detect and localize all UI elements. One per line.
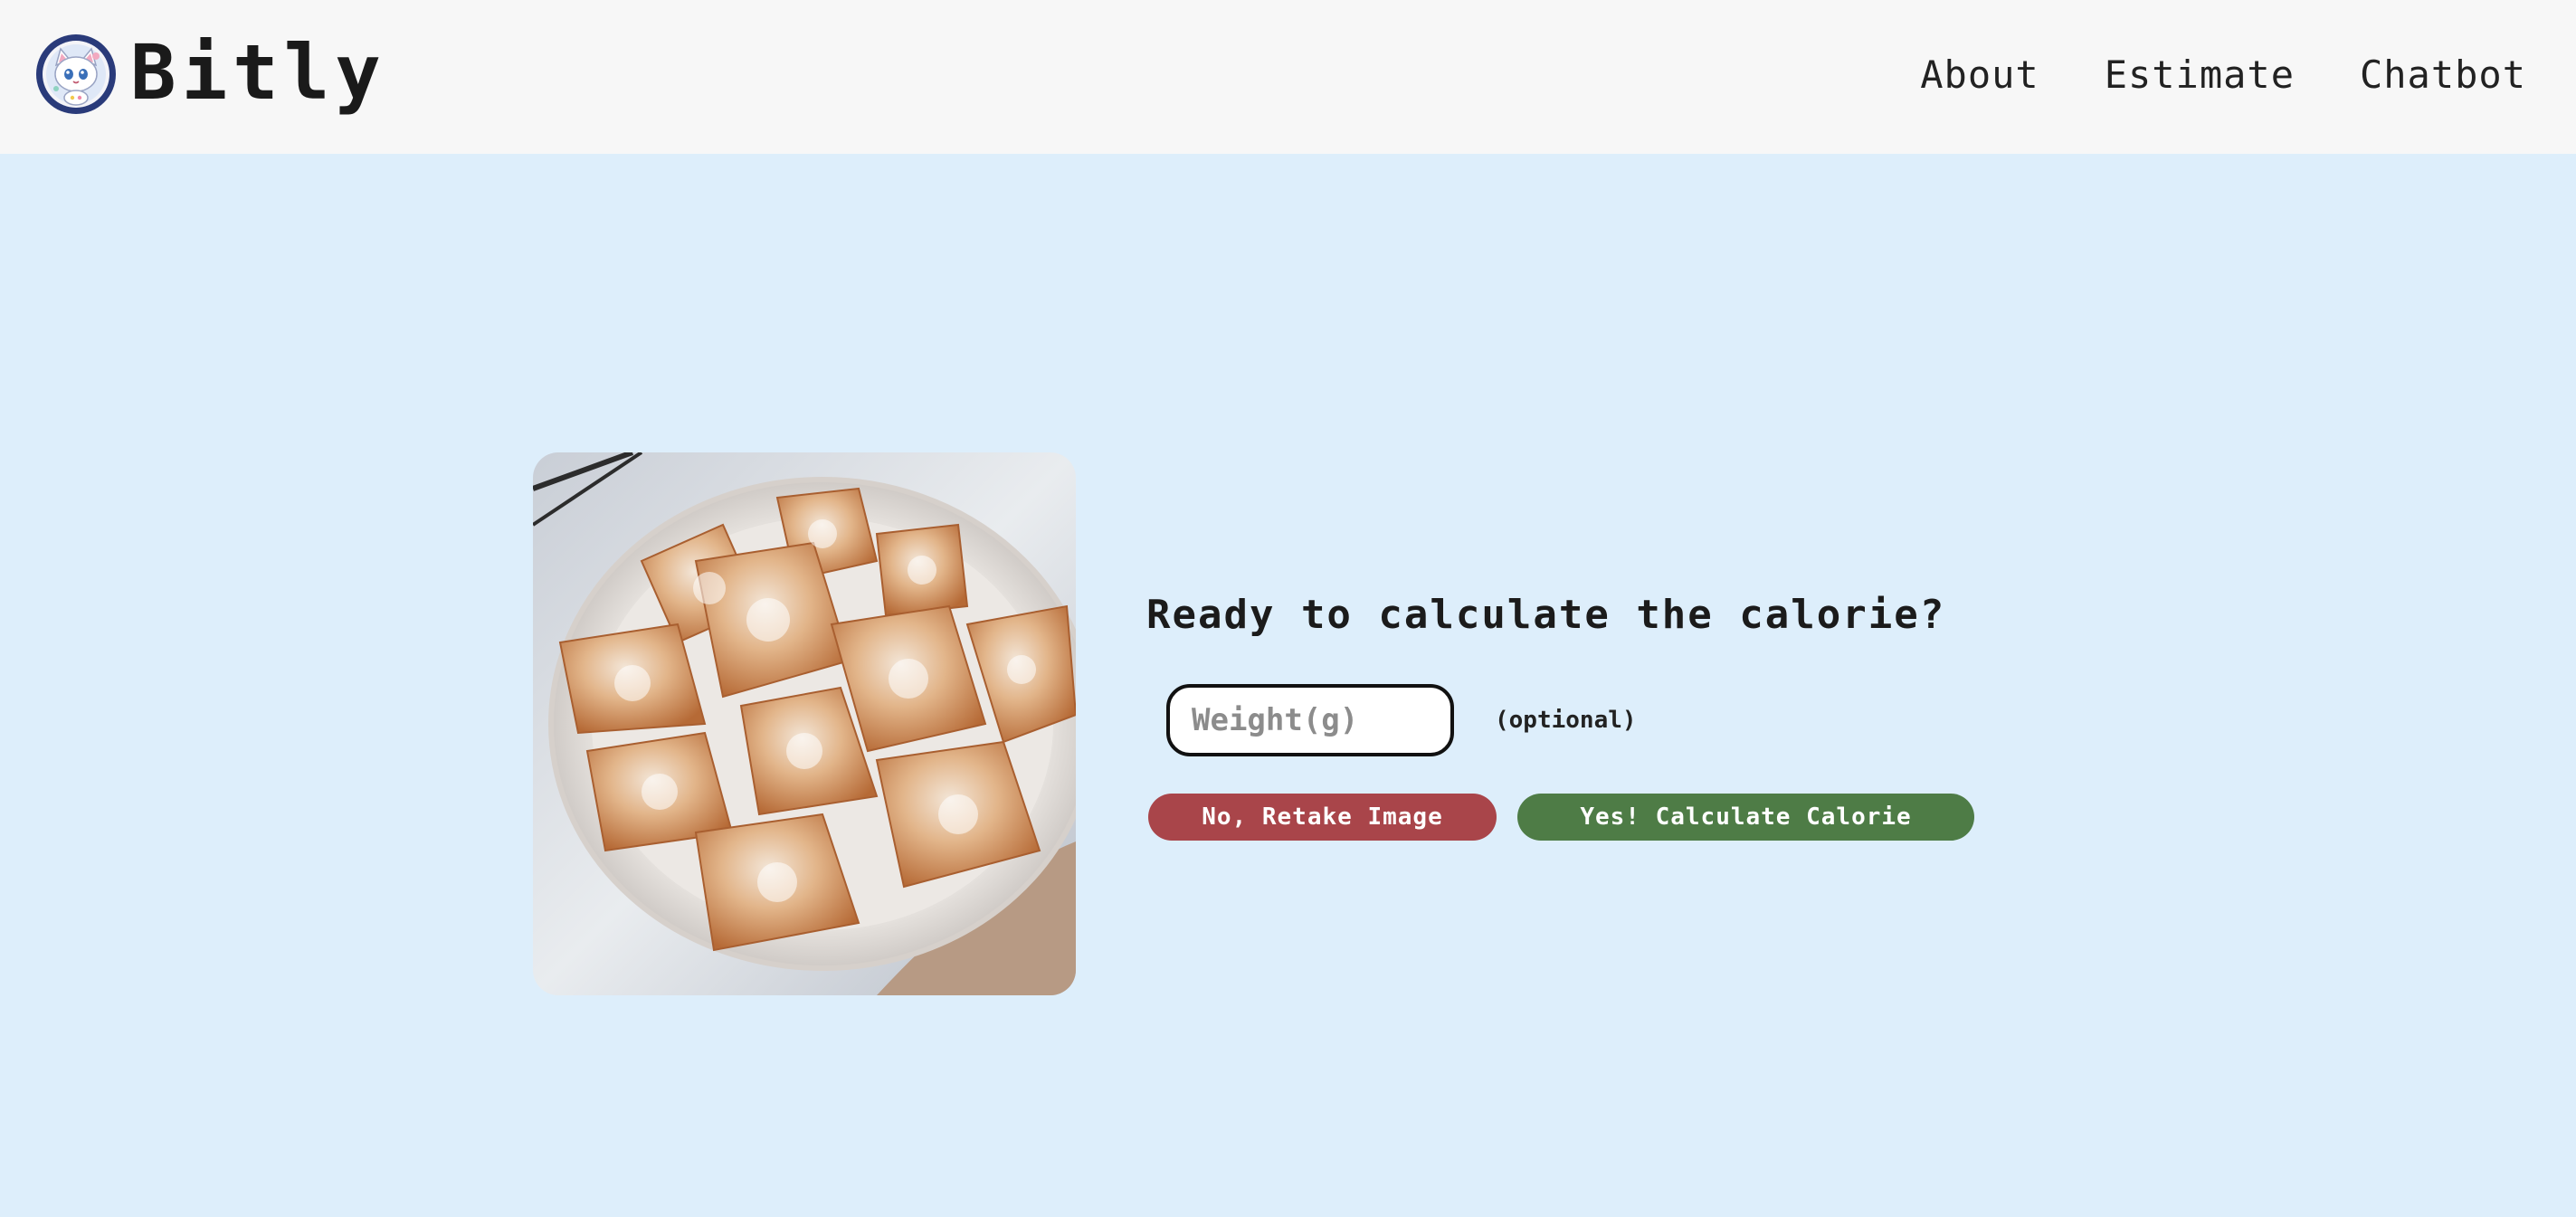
calculate-calorie-button[interactable]: Yes! Calculate Calorie (1517, 794, 1974, 841)
main-nav: About Estimate Chatbot (1920, 50, 2526, 100)
food-photo (533, 452, 1076, 995)
nav-chatbot-link[interactable]: Chatbot (2360, 50, 2526, 100)
estimate-panel: Ready to calculate the calorie? (optiona… (0, 154, 2576, 1217)
nav-estimate-link[interactable]: Estimate (2105, 50, 2295, 100)
optional-hint: (optional) (1495, 707, 1637, 734)
nav-about-link[interactable]: About (1920, 50, 2039, 100)
top-nav-bar: Bitly About Estimate Chatbot (0, 0, 2576, 154)
retake-image-button[interactable]: No, Retake Image (1148, 794, 1497, 841)
brand-name[interactable]: Bitly (130, 27, 386, 118)
weight-input[interactable] (1166, 684, 1454, 756)
cat-mascot-icon[interactable] (36, 34, 116, 114)
calculate-prompt: Ready to calculate the calorie? (1146, 592, 1946, 638)
